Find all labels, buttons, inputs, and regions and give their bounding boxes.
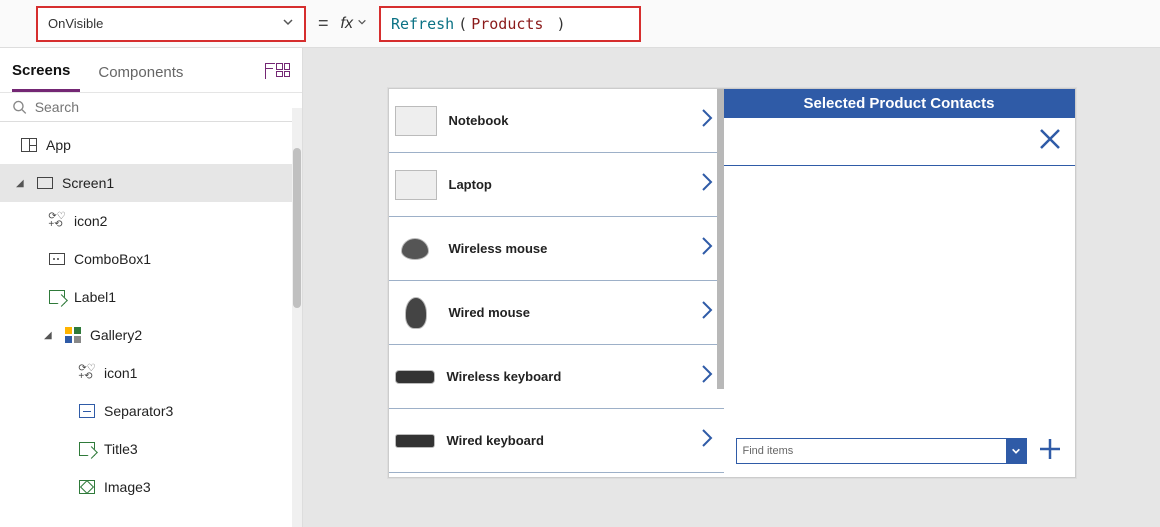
search-bar [0, 93, 302, 122]
tree-label: Gallery2 [90, 327, 142, 343]
tab-screens[interactable]: Screens [12, 56, 80, 92]
chevron-right-icon[interactable] [700, 299, 714, 326]
chevron-right-icon[interactable] [700, 427, 714, 454]
tree-item-label1[interactable]: Label1 [0, 278, 302, 316]
screen-icon [36, 174, 54, 192]
gallery-scrollbar[interactable] [717, 89, 724, 477]
tree-scrollbar[interactable] [292, 108, 302, 527]
chevron-down-icon[interactable] [1006, 439, 1026, 463]
product-name: Wireless keyboard [447, 369, 700, 384]
tree: App ◢ Screen1 ⟳♡+⟲ icon2 ComboBox1 Label… [0, 122, 302, 527]
label-icon [48, 288, 66, 306]
fx-label-group[interactable]: fx [341, 15, 367, 33]
image-icon [78, 478, 96, 496]
product-thumb [395, 370, 435, 384]
grid-view-icon[interactable] [276, 63, 290, 77]
tree-item-title3[interactable]: Title3 [0, 430, 302, 468]
product-name: Wireless mouse [449, 241, 700, 256]
tree-label: Separator3 [104, 403, 173, 419]
collapse-icon[interactable]: ◢ [16, 178, 28, 189]
search-input[interactable] [35, 99, 290, 115]
sync-icon: ⟳♡+⟲ [78, 364, 96, 382]
chevron-right-icon[interactable] [700, 363, 714, 390]
product-thumb [405, 297, 427, 329]
gallery-item[interactable]: Wired keyboard [389, 409, 724, 473]
gallery-item[interactable]: Wireless keyboard [389, 345, 724, 409]
product-thumb [395, 170, 437, 200]
tree-label: Title3 [104, 441, 138, 457]
combo-row: Find items [724, 429, 1075, 477]
gallery-icon [64, 326, 82, 344]
contacts-body [724, 166, 1075, 429]
combobox-icon [48, 250, 66, 268]
tree-item-app[interactable]: App [0, 126, 302, 164]
contacts-header: Selected Product Contacts [724, 89, 1075, 118]
chevron-right-icon[interactable] [700, 235, 714, 262]
gallery-item[interactable]: Notebook [389, 89, 724, 153]
product-name: Laptop [449, 177, 700, 192]
tree-label: Screen1 [62, 175, 114, 191]
product-name: Wired mouse [449, 305, 700, 320]
tree-tabs: Screens Components [0, 48, 302, 93]
close-icon[interactable] [1037, 126, 1063, 157]
contacts-pane: Selected Product Contacts Find items [724, 89, 1075, 477]
product-name: Wired keyboard [447, 433, 700, 448]
tree-item-gallery2[interactable]: ◢ Gallery2 [0, 316, 302, 354]
label-icon [78, 440, 96, 458]
product-thumb [395, 434, 435, 448]
chevron-down-icon [357, 17, 367, 30]
tree-label: App [46, 137, 71, 153]
chevron-right-icon[interactable] [700, 171, 714, 198]
separator-icon [78, 402, 96, 420]
tree-label: ComboBox1 [74, 251, 151, 267]
formula-input[interactable]: Refresh ( Products ) [379, 6, 641, 42]
tree-label: Image3 [104, 479, 151, 495]
sync-icon: ⟳♡+⟲ [48, 212, 66, 230]
tree-view-icon[interactable] [265, 63, 266, 78]
app-icon [20, 136, 38, 154]
tree-item-separator3[interactable]: Separator3 [0, 392, 302, 430]
add-icon[interactable] [1037, 435, 1063, 467]
equals-label: = [318, 13, 329, 34]
property-dropdown[interactable]: OnVisible [36, 6, 306, 42]
formula-paren-open: ( [458, 15, 467, 33]
chevron-down-icon [282, 16, 294, 31]
tree-item-icon1[interactable]: ⟳♡+⟲ icon1 [0, 354, 302, 392]
formula-arg: Products [471, 15, 543, 33]
canvas: Notebook Laptop Wireless mouse [303, 48, 1160, 527]
combo-placeholder: Find items [743, 445, 794, 457]
find-items-combobox[interactable]: Find items [736, 438, 1027, 464]
product-gallery[interactable]: Notebook Laptop Wireless mouse [389, 89, 724, 477]
tree-item-image3[interactable]: Image3 [0, 468, 302, 506]
gallery-item[interactable]: Laptop [389, 153, 724, 217]
gallery-item[interactable]: Wireless mouse [389, 217, 724, 281]
tree-label: Label1 [74, 289, 116, 305]
product-thumb [395, 106, 437, 136]
fx-label: fx [341, 15, 353, 33]
app-screen1[interactable]: Notebook Laptop Wireless mouse [388, 88, 1076, 478]
search-icon [12, 99, 27, 115]
product-name: Notebook [449, 113, 700, 128]
tree-item-combobox1[interactable]: ComboBox1 [0, 240, 302, 278]
tree-view-panel: Screens Components App ◢ Screen1 ⟳♡+ [0, 48, 303, 527]
collapse-icon[interactable]: ◢ [44, 330, 56, 341]
tab-components[interactable]: Components [98, 58, 193, 91]
formula-bar: OnVisible = fx Refresh ( Products ) [0, 0, 1160, 48]
product-thumb [401, 238, 429, 260]
tree-label: icon2 [74, 213, 107, 229]
close-row [724, 118, 1075, 166]
formula-fn: Refresh [391, 15, 454, 33]
chevron-right-icon[interactable] [700, 107, 714, 134]
tree-item-screen1[interactable]: ◢ Screen1 [0, 164, 302, 202]
property-label: OnVisible [48, 16, 103, 31]
tree-label: icon1 [104, 365, 137, 381]
tree-item-icon2[interactable]: ⟳♡+⟲ icon2 [0, 202, 302, 240]
gallery-item[interactable]: Wired mouse [389, 281, 724, 345]
formula-paren-close: ) [547, 15, 565, 33]
